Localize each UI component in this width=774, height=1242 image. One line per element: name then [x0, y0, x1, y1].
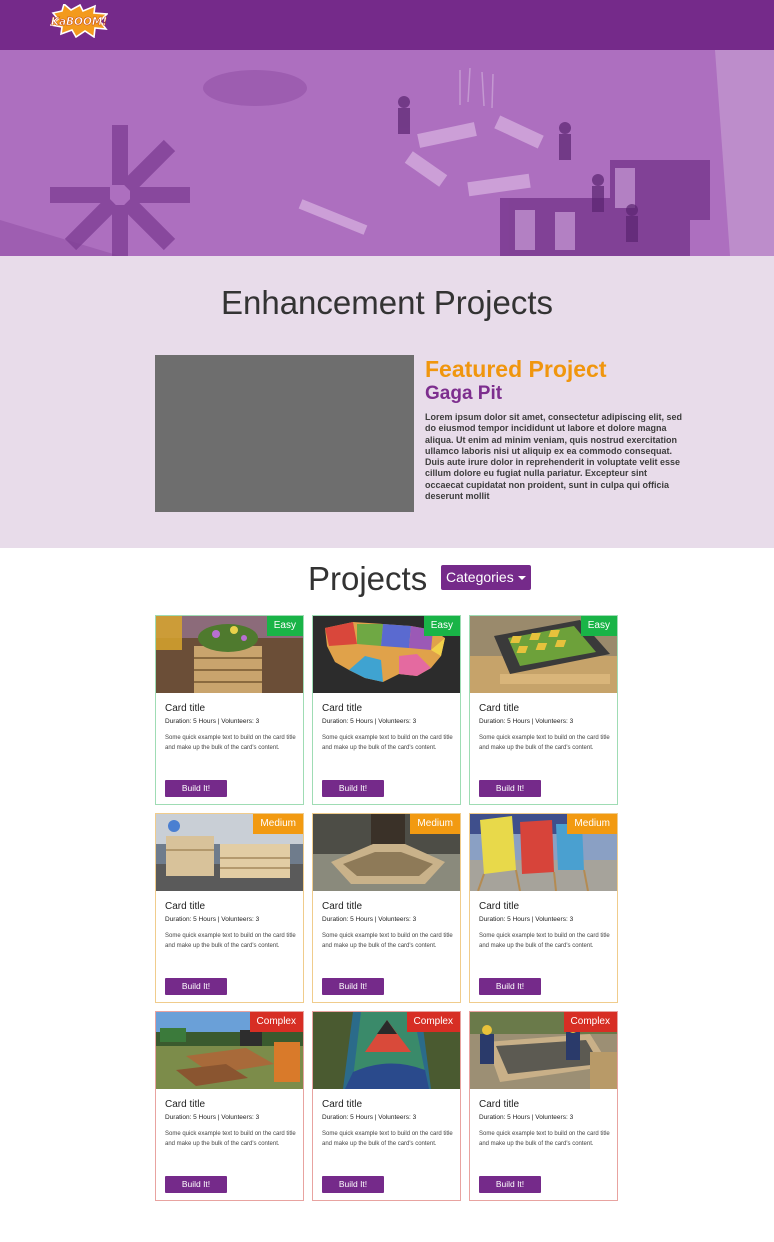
card-description: Some quick example text to build on the …: [165, 1131, 296, 1147]
difficulty-badge-medium: Medium: [410, 814, 460, 834]
card-duration-volunteers: Duration: 5 Hours | Volunteers: 3: [479, 718, 574, 725]
card-description: Some quick example text to build on the …: [165, 735, 296, 751]
card-title: Card title: [165, 703, 206, 714]
card-description: Some quick example text to build on the …: [479, 735, 610, 751]
card-title: Card title: [322, 703, 363, 714]
caret-down-icon: [518, 576, 526, 580]
top-navbar: KaBOOM!: [0, 0, 774, 50]
kaboom-logo[interactable]: KaBOOM!: [49, 2, 109, 39]
card-duration-volunteers: Duration: 5 Hours | Volunteers: 3: [479, 916, 574, 923]
difficulty-badge-complex: Complex: [406, 1012, 460, 1032]
card-duration-volunteers: Duration: 5 Hours | Volunteers: 3: [165, 916, 260, 923]
build-it-button[interactable]: Build It!: [479, 1176, 541, 1193]
project-card: Easy Card title Duration: 5 Hours | Volu…: [312, 615, 461, 805]
card-title: Card title: [479, 901, 520, 912]
build-it-button[interactable]: Build It!: [322, 1176, 384, 1193]
build-it-button[interactable]: Build It!: [479, 978, 541, 995]
card-duration-volunteers: Duration: 5 Hours | Volunteers: 3: [322, 1114, 417, 1121]
hero-banner-image: [0, 50, 774, 256]
build-it-button[interactable]: Build It!: [165, 780, 227, 797]
build-it-button[interactable]: Build It!: [479, 780, 541, 797]
card-description: Some quick example text to build on the …: [322, 1131, 453, 1147]
build-it-button[interactable]: Build It!: [165, 1176, 227, 1193]
difficulty-badge-medium: Medium: [567, 814, 617, 834]
card-title: Card title: [322, 1099, 363, 1110]
card-title: Card title: [165, 901, 206, 912]
featured-project-name[interactable]: Gaga Pit: [425, 383, 502, 405]
card-title: Card title: [479, 703, 520, 714]
difficulty-badge-medium: Medium: [253, 814, 303, 834]
svg-text:KaBOOM!: KaBOOM!: [51, 16, 108, 28]
featured-project-image: [155, 355, 414, 512]
project-card: Easy Card title Duration: 5 Hours | Volu…: [155, 615, 304, 805]
difficulty-badge-easy: Easy: [580, 616, 617, 636]
card-description: Some quick example text to build on the …: [322, 933, 453, 949]
card-duration-volunteers: Duration: 5 Hours | Volunteers: 3: [322, 916, 417, 923]
build-it-button[interactable]: Build It!: [322, 978, 384, 995]
project-card: Complex Card title Duration: 5 Hours | V…: [469, 1011, 618, 1201]
difficulty-badge-easy: Easy: [266, 616, 303, 636]
featured-heading: Featured Project: [425, 356, 607, 382]
card-description: Some quick example text to build on the …: [322, 735, 453, 751]
card-title: Card title: [322, 901, 363, 912]
enhancement-title: Enhancement Projects: [220, 284, 553, 321]
project-card: Easy Card title Duration: 5 Hours | Volu…: [469, 615, 618, 805]
card-description: Some quick example text to build on the …: [479, 933, 610, 949]
project-card: Medium Card title Duration: 5 Hours | Vo…: [312, 813, 461, 1003]
card-duration-volunteers: Duration: 5 Hours | Volunteers: 3: [165, 718, 260, 725]
project-card: Medium Card title Duration: 5 Hours | Vo…: [469, 813, 618, 1003]
build-it-button[interactable]: Build It!: [322, 780, 384, 797]
categories-label: Categories: [446, 569, 514, 585]
project-card: Medium Card title Duration: 5 Hours | Vo…: [155, 813, 304, 1003]
project-card: Complex Card title Duration: 5 Hours | V…: [312, 1011, 461, 1201]
card-duration-volunteers: Duration: 5 Hours | Volunteers: 3: [165, 1114, 260, 1121]
card-duration-volunteers: Duration: 5 Hours | Volunteers: 3: [479, 1114, 574, 1121]
difficulty-badge-complex: Complex: [563, 1012, 617, 1032]
project-card: Complex Card title Duration: 5 Hours | V…: [155, 1011, 304, 1201]
build-it-button[interactable]: Build It!: [165, 978, 227, 995]
projects-title: Projects: [308, 560, 428, 597]
card-duration-volunteers: Duration: 5 Hours | Volunteers: 3: [322, 718, 417, 725]
card-title: Card title: [165, 1099, 206, 1110]
enhancement-section: Enhancement Projects Featured Project Ga…: [0, 256, 774, 548]
card-description: Some quick example text to build on the …: [479, 1131, 610, 1147]
difficulty-badge-easy: Easy: [423, 616, 460, 636]
categories-dropdown-button[interactable]: Categories: [441, 565, 531, 590]
card-title: Card title: [479, 1099, 520, 1110]
card-description: Some quick example text to build on the …: [165, 933, 296, 949]
difficulty-badge-complex: Complex: [249, 1012, 303, 1032]
featured-description: Lorem ipsum dolor sit amet, consectetur …: [425, 412, 683, 502]
